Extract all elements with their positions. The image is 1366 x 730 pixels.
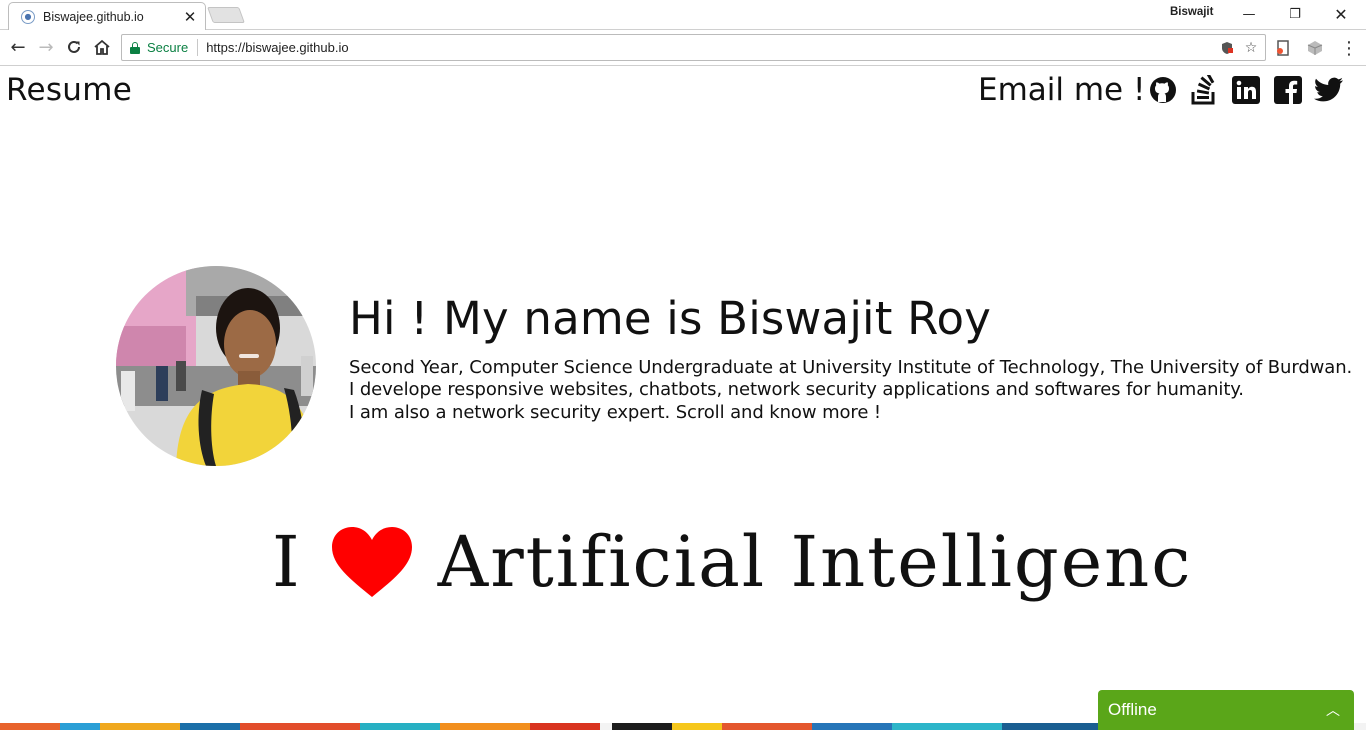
profile-name[interactable]: Biswajit	[1170, 6, 1213, 18]
hero-line-education: Second Year, Computer Science Undergradu…	[349, 357, 1353, 378]
lock-icon	[130, 41, 140, 54]
chevron-up-icon[interactable]: ︿	[1326, 700, 1340, 720]
secure-label: Secure	[147, 39, 199, 56]
profile-photo	[116, 266, 316, 466]
ai-banner-text: Artificial Intelligenc	[437, 521, 1193, 603]
extension-cube-icon[interactable]	[1306, 39, 1324, 57]
resume-link[interactable]: Resume	[6, 72, 132, 108]
tab-strip: ● Biswajee.github.io ✕ Biswajit — ❐ ✕	[0, 0, 1366, 30]
tab-title: Biswajee.github.io	[43, 9, 144, 24]
browser-toolbar: ← → Secure https://biswajee.github.io ☆ …	[0, 30, 1366, 66]
linkedin-icon[interactable]	[1231, 75, 1261, 105]
close-window-icon[interactable]: ✕	[1318, 3, 1364, 25]
back-arrow-icon[interactable]: ←	[6, 35, 30, 59]
new-tab-button[interactable]	[207, 7, 245, 23]
chat-widget-offline[interactable]: Offline ︿	[1098, 690, 1354, 730]
github-icon[interactable]	[1148, 75, 1178, 105]
globe-icon: ●	[21, 9, 35, 24]
chat-status-label: Offline	[1108, 700, 1157, 719]
extension-icon[interactable]	[1274, 39, 1292, 57]
facebook-icon[interactable]	[1273, 75, 1303, 105]
hero-heading: Hi ! My name is Biswajit Roy	[349, 292, 992, 345]
email-link[interactable]: Email me !	[978, 72, 1145, 108]
url-text[interactable]: https://biswajee.github.io	[206, 40, 1217, 55]
browser-tab[interactable]: ● Biswajee.github.io ✕	[8, 2, 206, 30]
reload-icon[interactable]	[62, 35, 86, 59]
page-content: Resume Email me ! Hi ! My name is Biswaj…	[0, 67, 1366, 730]
restore-icon[interactable]: ❐	[1272, 3, 1318, 25]
heart-icon	[331, 527, 412, 597]
shield-icon[interactable]	[1217, 38, 1237, 58]
hero-line-work: I develope responsive websites, chatbots…	[349, 379, 1244, 400]
ai-banner: I Artificial Intelligenc	[272, 512, 1192, 612]
minimize-icon[interactable]: —	[1226, 3, 1272, 25]
menu-icon[interactable]: ⋮	[1340, 37, 1358, 59]
bookmark-star-icon[interactable]: ☆	[1241, 38, 1261, 58]
ai-banner-prefix: I	[272, 521, 300, 603]
hero-line-expertise: I am also a network security expert. Scr…	[349, 402, 882, 423]
stackoverflow-icon[interactable]	[1189, 75, 1219, 105]
forward-arrow-icon[interactable]: →	[34, 35, 58, 59]
home-icon[interactable]	[90, 35, 114, 59]
close-tab-icon[interactable]: ✕	[183, 8, 197, 26]
address-bar[interactable]: Secure https://biswajee.github.io ☆	[121, 34, 1266, 61]
twitter-icon[interactable]	[1314, 75, 1344, 105]
